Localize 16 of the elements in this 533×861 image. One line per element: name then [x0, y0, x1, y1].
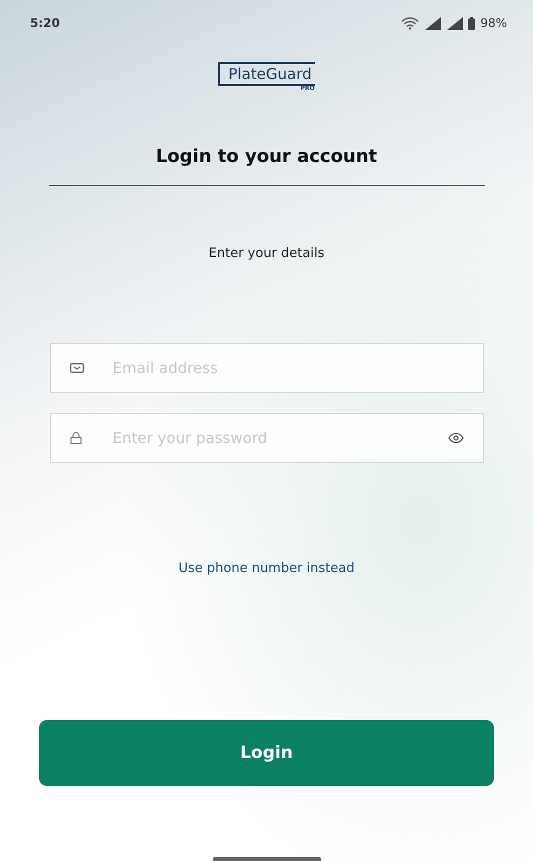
page-title: Login to your account [156, 146, 378, 167]
mail-icon [70, 363, 84, 373]
logo-wordmark: PlateGuard [218, 62, 315, 86]
eye-icon[interactable] [448, 432, 464, 444]
battery-level: 98% [480, 16, 507, 30]
signal-icon [424, 16, 442, 30]
battery-icon [468, 16, 476, 30]
lock-icon [70, 432, 82, 444]
phone-login-link[interactable]: Use phone number instead [178, 561, 355, 576]
password-field[interactable]: Enter your password [50, 413, 484, 463]
email-field[interactable]: Email address [50, 343, 484, 393]
subtitle: Enter your details [208, 246, 324, 261]
wifi-icon [401, 16, 420, 30]
signal-icon [446, 16, 464, 30]
status-time: 5:20 [30, 16, 60, 30]
login-button[interactable]: Login [39, 720, 494, 786]
